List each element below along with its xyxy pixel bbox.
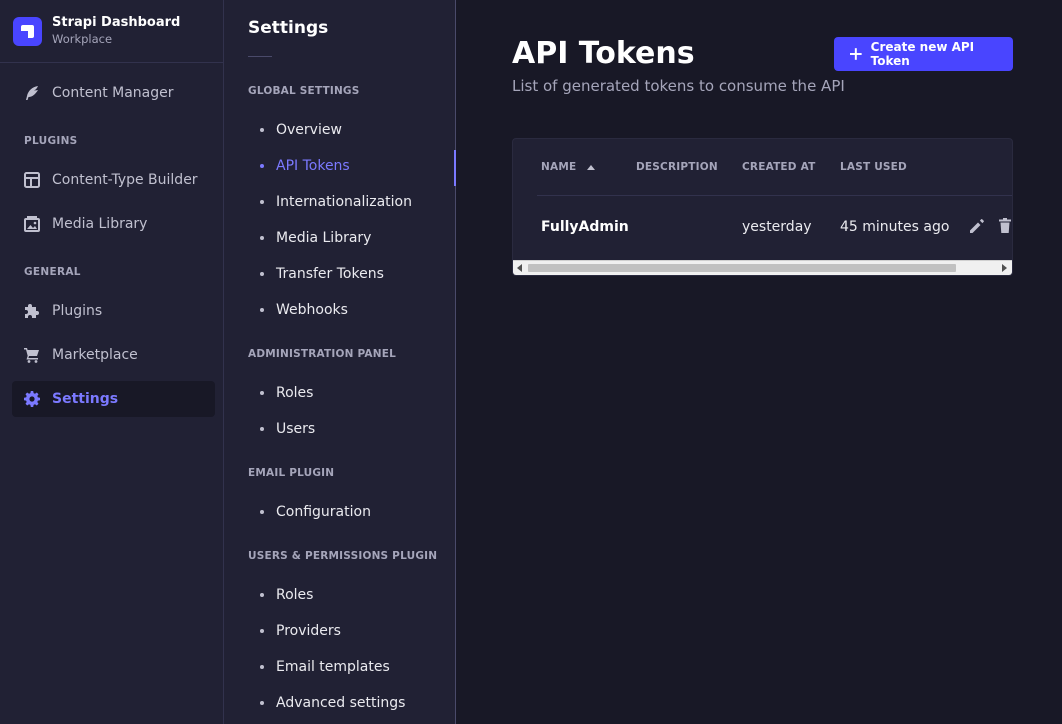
nav-section-general: GENERAL: [24, 266, 81, 278]
column-header-last-used[interactable]: LAST USED: [840, 161, 907, 173]
subnav-link-label: Users: [276, 421, 316, 437]
subnav-link-label: Media Library: [276, 230, 372, 246]
section-users-permissions-plugin: USERS & PERMISSIONS PLUGIN: [248, 550, 438, 562]
nav-item-marketplace[interactable]: Marketplace: [12, 337, 215, 373]
nav-item-content-type-builder[interactable]: Content-Type Builder: [12, 162, 215, 198]
bullet-icon: [260, 200, 264, 204]
subnav-title: Settings: [248, 18, 329, 38]
nav-section-plugins: PLUGINS: [24, 135, 78, 147]
bullet-icon: [260, 272, 264, 276]
brand-header: Strapi Dashboard Workplace: [0, 0, 223, 63]
nav-item-label: Content-Type Builder: [52, 172, 198, 188]
nav-item-settings[interactable]: Settings: [12, 381, 215, 417]
subnav-link-configuration[interactable]: Configuration: [224, 496, 455, 528]
subnav-link-label: Overview: [276, 122, 342, 138]
subnav-link-roles[interactable]: Roles: [224, 377, 455, 409]
subnav-link-internationalization[interactable]: Internationalization: [224, 186, 455, 218]
column-header-name[interactable]: NAME: [541, 161, 576, 173]
section-administration-panel: ADMINISTRATION PANEL: [248, 348, 396, 360]
subnav-link-label: Roles: [276, 587, 314, 603]
section-global-settings: GLOBAL SETTINGS: [248, 85, 360, 97]
bullet-icon: [260, 593, 264, 597]
puzzle-icon: [24, 303, 40, 319]
shopping-cart-icon: [24, 347, 40, 363]
subnav-link-label: Transfer Tokens: [276, 266, 384, 282]
image-icon: [24, 216, 40, 232]
settings-subnav: Settings GLOBAL SETTINGS Overview API To…: [224, 0, 456, 724]
trash-icon[interactable]: [997, 217, 1012, 235]
subnav-link-advanced-settings[interactable]: Advanced settings: [224, 687, 455, 719]
column-header-created-at[interactable]: CREATED AT: [742, 161, 815, 173]
api-tokens-table: NAME DESCRIPTION CREATED AT LAST USED Fu…: [512, 138, 1013, 276]
subnav-link-label: Providers: [276, 623, 341, 639]
nav-item-media-library[interactable]: Media Library: [12, 206, 215, 242]
bullet-icon: [260, 665, 264, 669]
subnav-link-webhooks[interactable]: Webhooks: [224, 294, 455, 326]
bullet-icon: [260, 164, 264, 168]
bullet-icon: [260, 701, 264, 705]
nav-item-label: Content Manager: [52, 85, 174, 101]
plus-icon: [850, 48, 862, 60]
cell-name: FullyAdmin: [541, 219, 629, 235]
subnav-link-label: Webhooks: [276, 302, 348, 318]
scroll-left-icon[interactable]: [517, 264, 522, 272]
create-api-token-button[interactable]: Create new API Token: [834, 37, 1013, 71]
subnav-link-users[interactable]: Users: [224, 413, 455, 445]
subnav-link-providers[interactable]: Providers: [224, 615, 455, 647]
nav-item-label: Settings: [52, 391, 119, 407]
subnav-link-label: Advanced settings: [276, 695, 406, 711]
feather-icon: [24, 85, 40, 101]
subnav-link-label: Internationalization: [276, 194, 412, 210]
subnav-link-overview[interactable]: Overview: [224, 114, 455, 146]
nav-item-label: Media Library: [52, 216, 148, 232]
brand-subtitle: Workplace: [52, 32, 113, 46]
bullet-icon: [260, 128, 264, 132]
subnav-link-email-templates[interactable]: Email templates: [224, 651, 455, 683]
brand-title: Strapi Dashboard: [52, 15, 181, 30]
subnav-link-media-library[interactable]: Media Library: [224, 222, 455, 254]
strapi-logo-icon: [13, 16, 42, 46]
horizontal-scrollbar[interactable]: [513, 260, 1012, 275]
sort-ascending-icon[interactable]: [587, 165, 595, 170]
scrollbar-thumb[interactable]: [528, 264, 956, 272]
pencil-icon[interactable]: [968, 217, 986, 235]
subnav-divider: [248, 56, 272, 57]
cell-last-used: 45 minutes ago: [840, 219, 950, 235]
subnav-link-label: Roles: [276, 385, 314, 401]
subnav-link-label: API Tokens: [276, 158, 350, 174]
column-header-description[interactable]: DESCRIPTION: [636, 161, 718, 173]
subnav-link-label: Configuration: [276, 504, 371, 520]
bullet-icon: [260, 308, 264, 312]
main-navigation: Strapi Dashboard Workplace Content Manag…: [0, 0, 224, 724]
create-button-label: Create new API Token: [870, 40, 975, 68]
subnav-link-transfer-tokens[interactable]: Transfer Tokens: [224, 258, 455, 290]
subnav-link-api-tokens[interactable]: API Tokens: [224, 150, 456, 186]
nav-item-label: Plugins: [52, 303, 103, 319]
bullet-icon: [260, 629, 264, 633]
nav-item-plugins[interactable]: Plugins: [12, 293, 215, 329]
bullet-icon: [260, 391, 264, 395]
page-subtitle: List of generated tokens to consume the …: [512, 77, 845, 95]
subnav-link-up-roles[interactable]: Roles: [224, 579, 455, 611]
cell-created-at: yesterday: [742, 219, 812, 235]
subnav-link-label: Email templates: [276, 659, 390, 675]
brand-text: Strapi Dashboard Workplace: [52, 15, 180, 47]
scroll-right-icon[interactable]: [1002, 264, 1007, 272]
nav-item-label: Marketplace: [52, 347, 138, 363]
layout-icon: [24, 172, 40, 188]
bullet-icon: [260, 236, 264, 240]
section-email-plugin: EMAIL PLUGIN: [248, 467, 335, 479]
bullet-icon: [260, 427, 264, 431]
header-divider: [537, 195, 1012, 196]
nav-item-content-manager[interactable]: Content Manager: [12, 75, 215, 111]
gear-icon: [24, 391, 40, 407]
page-title: API Tokens: [512, 36, 695, 71]
bullet-icon: [260, 510, 264, 514]
